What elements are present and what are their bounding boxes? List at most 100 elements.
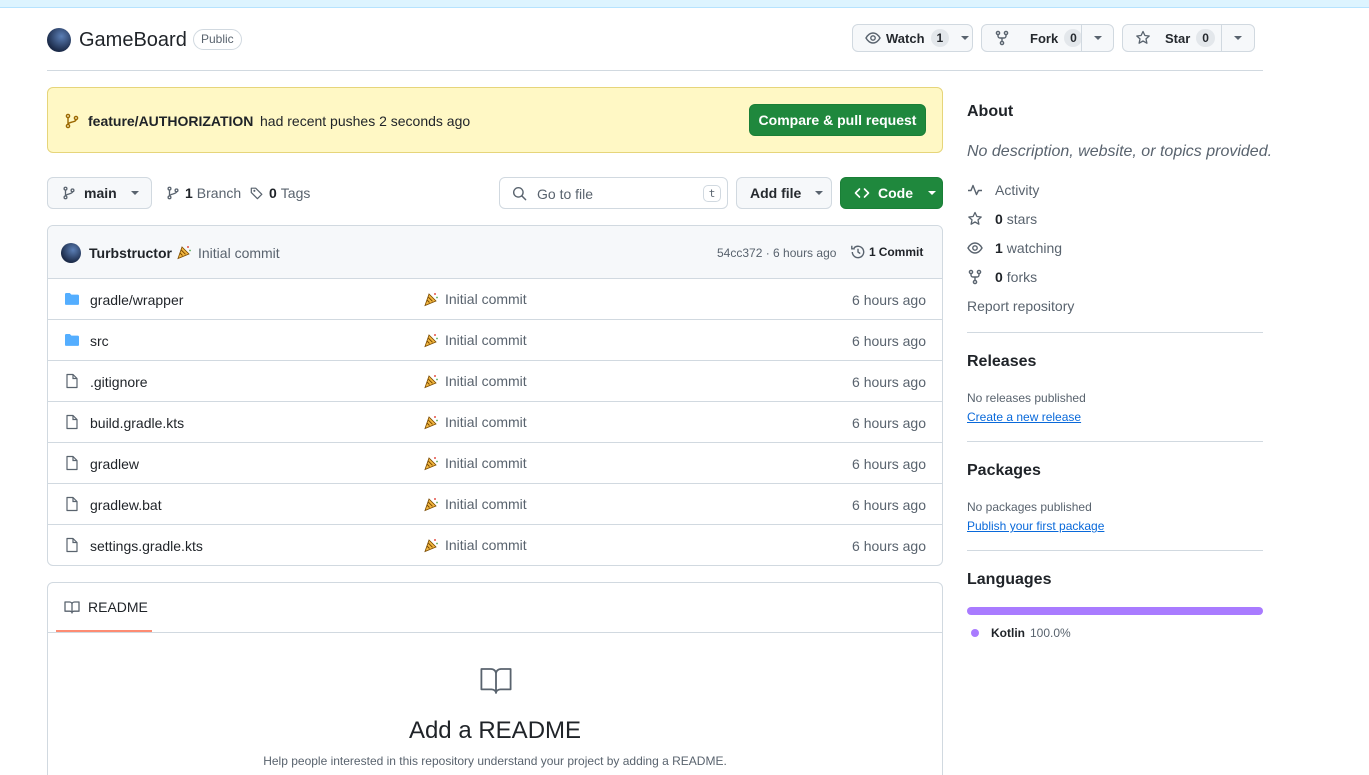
star-icon xyxy=(967,211,983,227)
tags-link[interactable]: 0 Tags xyxy=(250,185,310,201)
commit-sha-age[interactable]: 54cc372 · 6 hours ago xyxy=(717,246,836,260)
file-commit-age: 6 hours ago xyxy=(852,497,926,513)
language-item-kotlin[interactable]: Kotlin 100.0% xyxy=(971,626,1071,640)
file-row[interactable]: src Initial commit 6 hours ago xyxy=(48,319,942,360)
file-name-link[interactable]: build.gradle.kts xyxy=(90,415,184,431)
file-commit-age: 6 hours ago xyxy=(852,333,926,349)
pulse-icon xyxy=(967,182,983,198)
folder-icon xyxy=(64,291,80,307)
report-repository-link[interactable]: Report repository xyxy=(967,298,1074,314)
readme-tab-divider xyxy=(48,632,942,633)
stars-count: 0 xyxy=(995,211,1003,227)
chevron-down-icon xyxy=(961,36,970,40)
file-commit-message[interactable]: Initial commit xyxy=(423,373,527,389)
party-icon xyxy=(423,537,439,553)
file-commit-message[interactable]: Initial commit xyxy=(423,496,527,512)
file-row[interactable]: build.gradle.kts Initial commit 6 hours ag… xyxy=(48,401,942,442)
star-button[interactable]: Star 0 xyxy=(1122,24,1222,52)
packages-heading[interactable]: Packages xyxy=(967,462,1041,480)
recent-push-banner: feature/AUTHORIZATION had recent pushes … xyxy=(47,87,943,153)
file-name-link[interactable]: .gitignore xyxy=(90,374,148,390)
file-name-link[interactable]: src xyxy=(90,333,109,349)
file-name-link[interactable]: settings.gradle.kts xyxy=(90,538,203,554)
stars-label: stars xyxy=(1006,211,1038,227)
about-heading: About xyxy=(967,103,1014,120)
author-avatar[interactable] xyxy=(61,243,81,263)
branches-link[interactable]: 1 Branch xyxy=(166,185,241,201)
file-commit-message-text: Initial commit xyxy=(445,332,527,348)
stars-link[interactable]: 0 stars xyxy=(967,211,1037,227)
compare-pull-request-button[interactable]: Compare & pull request xyxy=(749,104,926,136)
language-percent: 100.0% xyxy=(1030,626,1071,640)
file-row[interactable]: gradle/wrapper Initial commit 6 hours ago xyxy=(48,278,942,319)
file-commit-message-text: Initial commit xyxy=(445,373,527,389)
watching-link[interactable]: 1 watching xyxy=(967,240,1062,256)
code-button[interactable]: Code xyxy=(840,177,943,209)
add-file-label: Add file xyxy=(750,185,802,201)
banner-branch-name[interactable]: feature/AUTHORIZATION xyxy=(88,113,253,129)
commit-author[interactable]: Turbstructor xyxy=(89,245,172,261)
file-row[interactable]: settings.gradle.kts Initial commit 6 hours… xyxy=(48,524,942,565)
eye-icon xyxy=(865,30,881,46)
search-placeholder: Go to file xyxy=(537,186,594,202)
file-row[interactable]: .gitignore Initial commit 6 hours ago xyxy=(48,360,942,401)
file-commit-message-text: Initial commit xyxy=(445,496,527,512)
party-icon xyxy=(423,373,439,389)
file-commit-message[interactable]: Initial commit xyxy=(423,455,527,471)
tags-label: Tags xyxy=(280,185,311,201)
fork-icon xyxy=(994,30,1010,46)
sidebar-divider xyxy=(967,441,1263,442)
top-strip xyxy=(0,0,1369,8)
file-icon xyxy=(64,414,80,430)
commits-history-link[interactable]: 1 Commit xyxy=(850,244,923,260)
file-icon xyxy=(64,496,80,512)
file-commit-message[interactable]: Initial commit xyxy=(423,414,527,430)
branches-count: 1 xyxy=(185,185,193,201)
language-bar-kotlin xyxy=(967,607,1263,615)
code-label: Code xyxy=(878,185,913,201)
visibility-badge: Public xyxy=(193,29,242,50)
create-release-link[interactable]: Create a new release xyxy=(967,410,1081,424)
star-dropdown-button[interactable] xyxy=(1221,24,1255,52)
fork-icon xyxy=(967,269,983,285)
add-file-button[interactable]: Add file xyxy=(736,177,832,209)
fork-dropdown-button[interactable] xyxy=(1081,24,1114,52)
fork-button[interactable]: Fork 0 xyxy=(981,24,1083,52)
activity-link[interactable]: Activity xyxy=(967,182,1039,198)
code-icon xyxy=(854,185,870,201)
branches-label: Branch xyxy=(196,185,242,201)
file-name-link[interactable]: gradlew xyxy=(90,456,139,472)
search-icon xyxy=(512,186,527,201)
releases-text: No releases published xyxy=(967,391,1086,405)
file-icon xyxy=(64,455,80,471)
watch-count: 1 xyxy=(930,29,950,47)
file-row[interactable]: gradlew.bat Initial commit 6 hours ago xyxy=(48,483,942,524)
readme-tab[interactable]: README xyxy=(56,583,152,632)
book-icon xyxy=(479,667,513,695)
file-commit-message-text: Initial commit xyxy=(445,537,527,553)
file-commit-message-text: Initial commit xyxy=(445,455,527,471)
star-label: Star xyxy=(1165,30,1191,46)
star-icon xyxy=(1135,30,1151,46)
file-name-link[interactable]: gradle/wrapper xyxy=(90,292,183,308)
eye-icon xyxy=(967,240,983,256)
repo-title[interactable]: GameBoard xyxy=(79,29,187,52)
file-commit-message[interactable]: Initial commit xyxy=(423,332,527,348)
file-commit-message[interactable]: Initial commit xyxy=(423,537,527,553)
file-icon xyxy=(64,537,80,553)
file-commit-age: 6 hours ago xyxy=(852,456,926,472)
file-row[interactable]: gradlew Initial commit 6 hours ago xyxy=(48,442,942,483)
forks-link[interactable]: 0 forks xyxy=(967,269,1037,285)
watch-button[interactable]: Watch 1 xyxy=(852,24,973,52)
file-name-link[interactable]: gradlew.bat xyxy=(90,497,162,513)
file-commit-message[interactable]: Initial commit xyxy=(423,291,527,307)
languages-heading: Languages xyxy=(967,571,1052,588)
forks-count: 0 xyxy=(995,269,1003,285)
go-to-file-input[interactable]: Go to file t xyxy=(499,177,728,209)
commits-label: Commit xyxy=(878,245,924,259)
branch-selector[interactable]: main xyxy=(47,177,152,209)
releases-heading[interactable]: Releases xyxy=(967,353,1036,371)
repo-avatar[interactable] xyxy=(47,28,71,52)
commit-message[interactable]: Initial commit xyxy=(198,245,280,261)
publish-package-link[interactable]: Publish your first package xyxy=(967,519,1104,533)
